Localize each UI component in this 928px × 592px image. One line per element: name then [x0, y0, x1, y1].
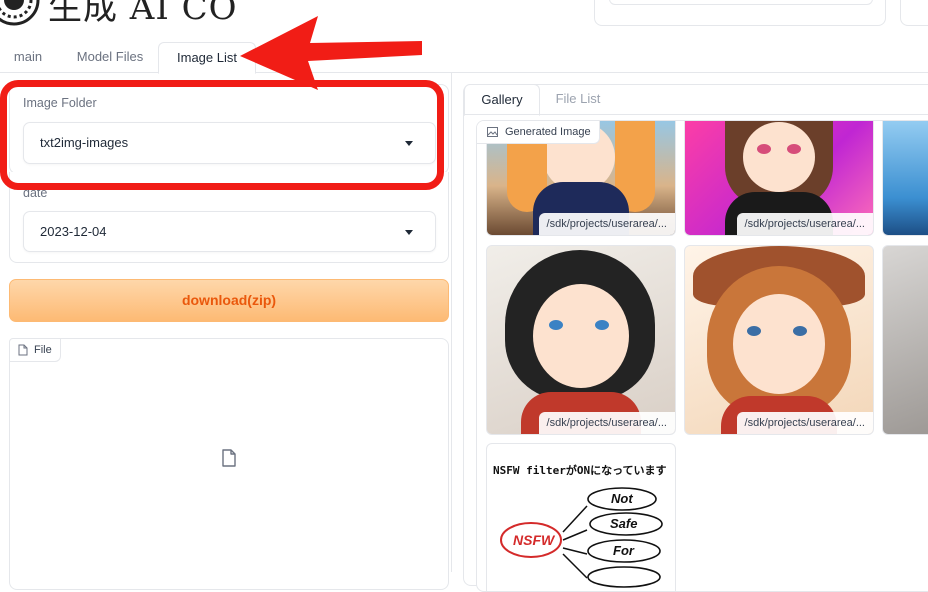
download-zip-button[interactable]: download(zip): [9, 279, 449, 322]
nsfw-filter-thumbnail[interactable]: NSFW filterがONになっています NSFW Not Safe For: [486, 443, 676, 591]
tab-gallery[interactable]: Gallery: [464, 84, 540, 116]
file-label-chip: File: [9, 338, 61, 362]
brand-logo-icon: [0, 0, 40, 26]
gallery-tab-border: [464, 114, 928, 115]
column-divider: [451, 72, 452, 572]
image-folder-dropdown[interactable]: txt2img-images: [23, 122, 436, 164]
app-title: 生成 AI CO: [48, 0, 238, 28]
top-control-box-2[interactable]: [900, 0, 928, 26]
thumbnail-caption: /sdk/projects/userarea/...: [736, 412, 873, 434]
file-upload-box[interactable]: File: [9, 338, 449, 590]
date-dropdown[interactable]: 2023-12-04: [23, 211, 436, 252]
file-icon: [18, 344, 28, 356]
thumbnail-caption: /sdk/projects/userarea/...: [736, 213, 873, 235]
gallery-thumbnail[interactable]: /sdk/projects/userarea/...: [486, 245, 676, 435]
nsfw-diagram: [500, 487, 663, 588]
top-control-input[interactable]: [609, 0, 873, 5]
chevron-down-icon: [405, 230, 413, 235]
date-value: 2023-12-04: [40, 224, 107, 239]
gallery-grid: /sdk/projects/userarea/... /sdk/projects…: [476, 120, 928, 592]
gallery-thumbnail[interactable]: /sdk/projects/userarea/...: [684, 245, 874, 435]
date-panel: date 2023-12-04: [9, 172, 449, 263]
file-label: File: [34, 344, 52, 356]
nsfw-word: Safe: [610, 516, 638, 531]
gallery-thumbnail[interactable]: [882, 245, 928, 435]
image-icon: [487, 127, 498, 137]
chevron-down-icon: [405, 141, 413, 146]
tab-image-list[interactable]: Image List: [158, 42, 256, 74]
date-label: date: [23, 186, 48, 200]
thumbnail-caption: /sdk/projects/userarea/...: [538, 213, 675, 235]
main-tabs: main Model Files Image List: [0, 42, 928, 74]
image-folder-value: txt2img-images: [40, 135, 129, 150]
nsfw-center-word: NSFW: [513, 532, 555, 548]
gallery-thumbnail[interactable]: [882, 121, 928, 236]
tab-model-files[interactable]: Model Files: [64, 42, 156, 72]
gallery-thumbnail[interactable]: /sdk/projects/userarea/...: [684, 121, 874, 236]
image-folder-label: Image Folder: [23, 96, 97, 110]
image-folder-panel: Image Folder txt2img-images: [9, 84, 449, 174]
top-control-box[interactable]: [594, 0, 886, 26]
generated-image-label: Generated Image: [505, 126, 591, 138]
nsfw-word: For: [613, 543, 634, 558]
file-placeholder-icon: [222, 449, 236, 467]
thumbnail-caption: /sdk/projects/userarea/...: [538, 412, 675, 434]
generated-image-chip: Generated Image: [477, 121, 600, 144]
tab-main[interactable]: main: [0, 42, 56, 72]
nsfw-word: Not: [611, 491, 633, 506]
tab-file-list[interactable]: File List: [544, 84, 612, 114]
